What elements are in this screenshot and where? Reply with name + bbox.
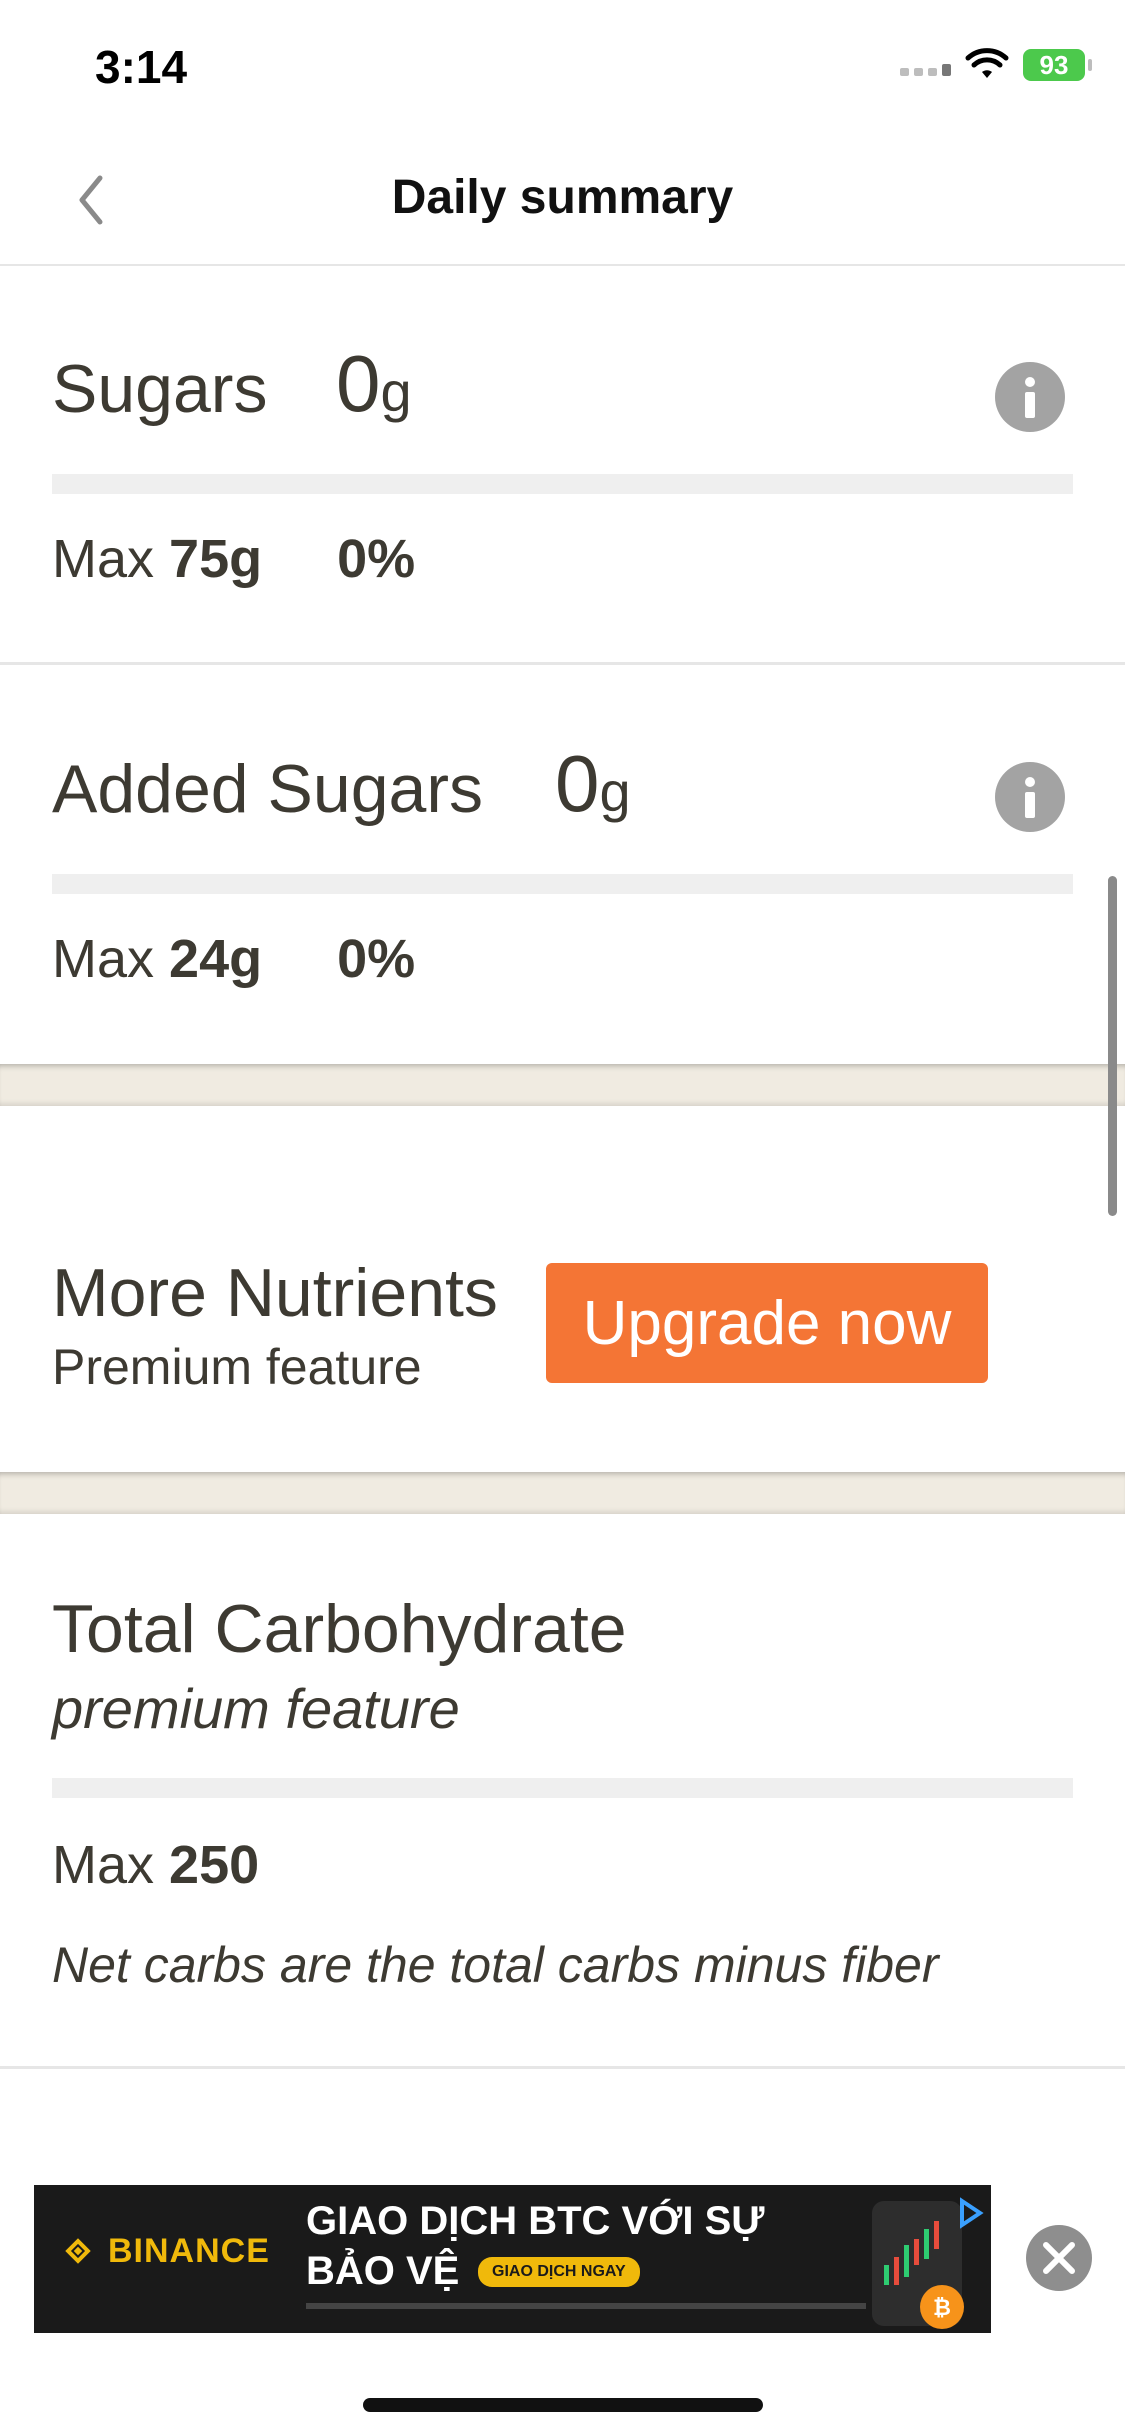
progress-bar-added-sugars [52, 874, 1073, 894]
svg-text:₿: ₿ [933, 2296, 951, 2321]
max-label: Max [52, 529, 155, 589]
ad-cta-button[interactable]: GIAO DỊCH NGAY [478, 2257, 640, 2287]
status-icons: 93 [900, 48, 1092, 82]
nutrient-name-added-sugars: Added Sugars [52, 751, 483, 827]
ad-banner[interactable]: BINANCE GIAO DỊCH BTC VỚI SỰ BẢO VỆ GIAO… [34, 2185, 991, 2333]
value-unit: g [380, 360, 412, 423]
home-indicator[interactable] [363, 2398, 763, 2412]
wifi-icon [965, 48, 1009, 78]
nutrient-value-sugars: 0g [336, 338, 412, 430]
ad-phone-chart-image: ₿ [872, 2197, 984, 2329]
close-ad-icon[interactable] [1026, 2225, 1092, 2291]
max-label: Max [52, 1835, 155, 1895]
cellular-signal-icon [900, 54, 951, 76]
page-title: Daily summary [391, 171, 734, 224]
info-icon[interactable] [995, 362, 1065, 432]
value-unit: g [599, 760, 631, 823]
ad-headline-line2: BẢO VỆ [306, 2249, 460, 2293]
upgrade-now-button[interactable]: Upgrade now [546, 1263, 988, 1383]
binance-diamond-icon [65, 2238, 91, 2264]
section-separator [0, 1064, 1125, 1106]
binance-logo: BINANCE [58, 2231, 270, 2271]
battery-icon: 93 [1023, 49, 1092, 81]
header-divider [0, 264, 1125, 266]
max-label: Max [52, 929, 155, 989]
nutrient-value-added-sugars: 0g [555, 738, 631, 830]
percent-value: 0% [337, 529, 416, 589]
info-icon[interactable] [995, 762, 1065, 832]
total-carbohydrate-subtitle: premium feature [52, 1677, 460, 1740]
ad-headline-line1: GIAO DỊCH BTC VỚI SỰ [306, 2199, 765, 2243]
more-nutrients-title: More Nutrients [52, 1255, 498, 1331]
net-carbs-note: Net carbs are the total carbs minus fibe… [52, 1937, 939, 1993]
nutrient-name-sugars: Sugars [52, 351, 268, 427]
ad-brand: BINANCE [108, 2231, 270, 2270]
max-line-added-sugars: Max 24g 0% [52, 928, 415, 990]
battery-level: 93 [1039, 49, 1069, 80]
ad-fine-print [306, 2303, 866, 2309]
progress-bar-carbohydrate [52, 1778, 1073, 1798]
max-value: 250 [169, 1835, 260, 1895]
row-divider [0, 662, 1125, 665]
row-divider [0, 2066, 1125, 2069]
total-carbohydrate-title: Total Carbohydrate [52, 1591, 627, 1667]
max-value: 75g [169, 529, 263, 589]
max-line-carbohydrate: Max 250 [52, 1834, 259, 1896]
more-nutrients-subtitle: Premium feature [52, 1339, 422, 1395]
status-time: 3:14 [95, 41, 188, 93]
max-value: 24g [169, 929, 263, 989]
max-line-sugars: Max 75g 0% [52, 528, 415, 590]
value-number: 0 [336, 339, 381, 428]
section-separator [0, 1472, 1125, 1514]
scrollbar[interactable] [1108, 876, 1117, 1216]
percent-value: 0% [337, 929, 416, 989]
progress-bar-sugars [52, 474, 1073, 494]
value-number: 0 [555, 739, 600, 828]
